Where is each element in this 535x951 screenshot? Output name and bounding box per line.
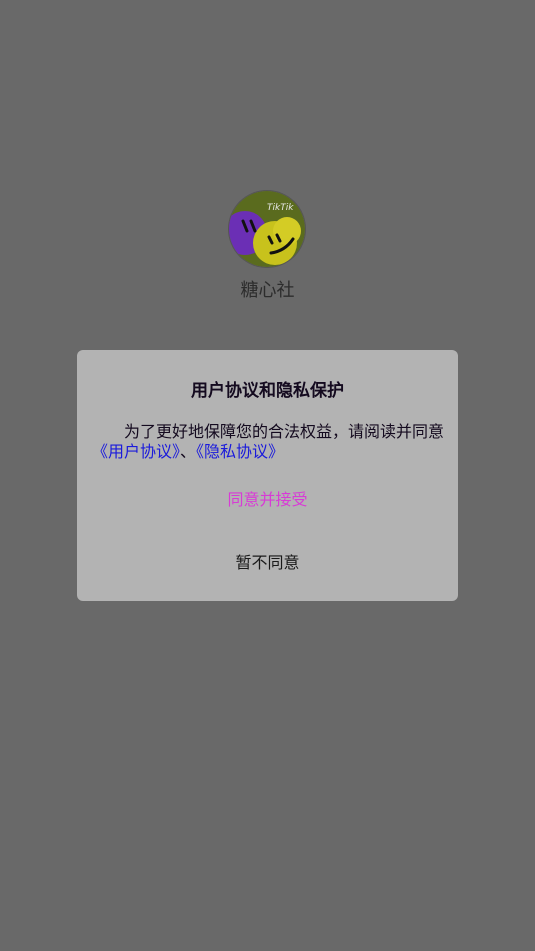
agree-button[interactable]: 同意并接受: [77, 486, 458, 510]
app-name: 糖心社: [240, 280, 295, 301]
link-separator: 、: [180, 442, 197, 461]
modal-overlay: TikTik 糖心社 用户协议和隐私保护 为了更好地保障您的合法权益，请阅读并同…: [0, 0, 535, 951]
privacy-dialog: 用户协议和隐私保护 为了更好地保障您的合法权益，请阅读并同意《用户协议》、《隐私…: [77, 350, 458, 601]
user-agreement-link[interactable]: 《用户协议》: [92, 442, 180, 461]
privacy-policy-link[interactable]: 《隐私协议》: [196, 442, 284, 461]
dialog-message: 为了更好地保障您的合法权益，请阅读并同意《用户协议》、《隐私协议》: [92, 422, 444, 462]
app-logo-icon: TikTik: [229, 191, 305, 267]
dialog-title: 用户协议和隐私保护: [191, 381, 344, 401]
disagree-button[interactable]: 暂不同意: [77, 549, 458, 573]
svg-text:TikTik: TikTik: [267, 203, 294, 213]
dialog-message-text: 为了更好地保障您的合法权益，请阅读并同意: [124, 422, 445, 441]
